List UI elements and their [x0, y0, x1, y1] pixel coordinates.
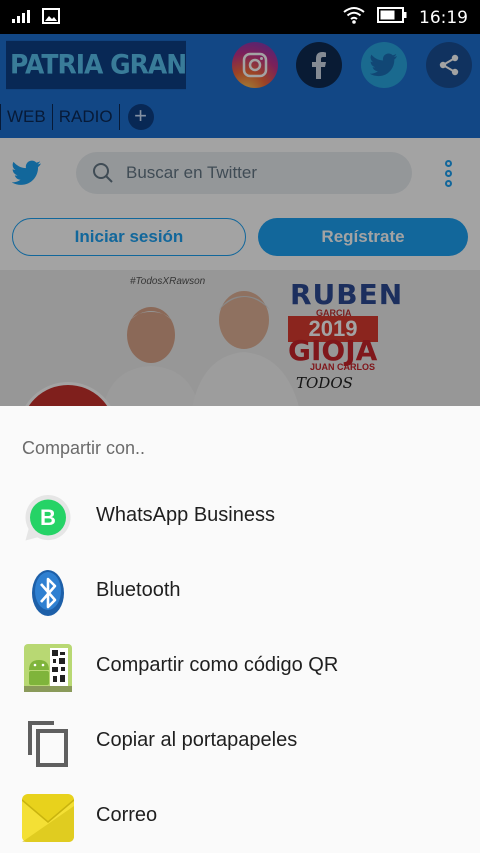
bluetooth-icon	[22, 567, 74, 619]
clock: 16:19	[419, 7, 468, 28]
image-notification-icon	[42, 8, 60, 29]
share-option-label: Compartir como código QR	[96, 654, 339, 676]
share-sheet-title: Compartir con..	[22, 438, 146, 458]
mail-icon	[21, 792, 75, 844]
qr-code-icon	[22, 642, 74, 694]
battery-icon	[377, 7, 407, 28]
svg-text:B: B	[40, 505, 56, 530]
wifi-icon	[343, 6, 365, 29]
share-sheet: Compartir con.. B WhatsApp Business Blue…	[0, 406, 480, 853]
share-option-qr-code[interactable]: Compartir como código QR	[0, 630, 480, 704]
share-option-label: Correo	[96, 804, 158, 826]
share-option-bluetooth[interactable]: Bluetooth	[0, 555, 480, 629]
share-option-whatsapp-business[interactable]: B WhatsApp Business	[0, 480, 480, 554]
whatsapp-business-icon: B	[22, 492, 74, 544]
share-option-copy-clipboard[interactable]: Copiar al portapapeles	[0, 705, 480, 779]
share-option-label: Bluetooth	[96, 579, 181, 601]
share-option-label: WhatsApp Business	[96, 504, 275, 526]
signal-icon	[12, 9, 30, 28]
modal-scrim[interactable]	[0, 34, 480, 406]
status-bar: 16:19	[0, 0, 480, 34]
share-option-label: Copiar al portapapeles	[96, 729, 298, 751]
share-option-mail[interactable]: Correo	[0, 780, 480, 853]
copy-icon	[22, 717, 74, 769]
